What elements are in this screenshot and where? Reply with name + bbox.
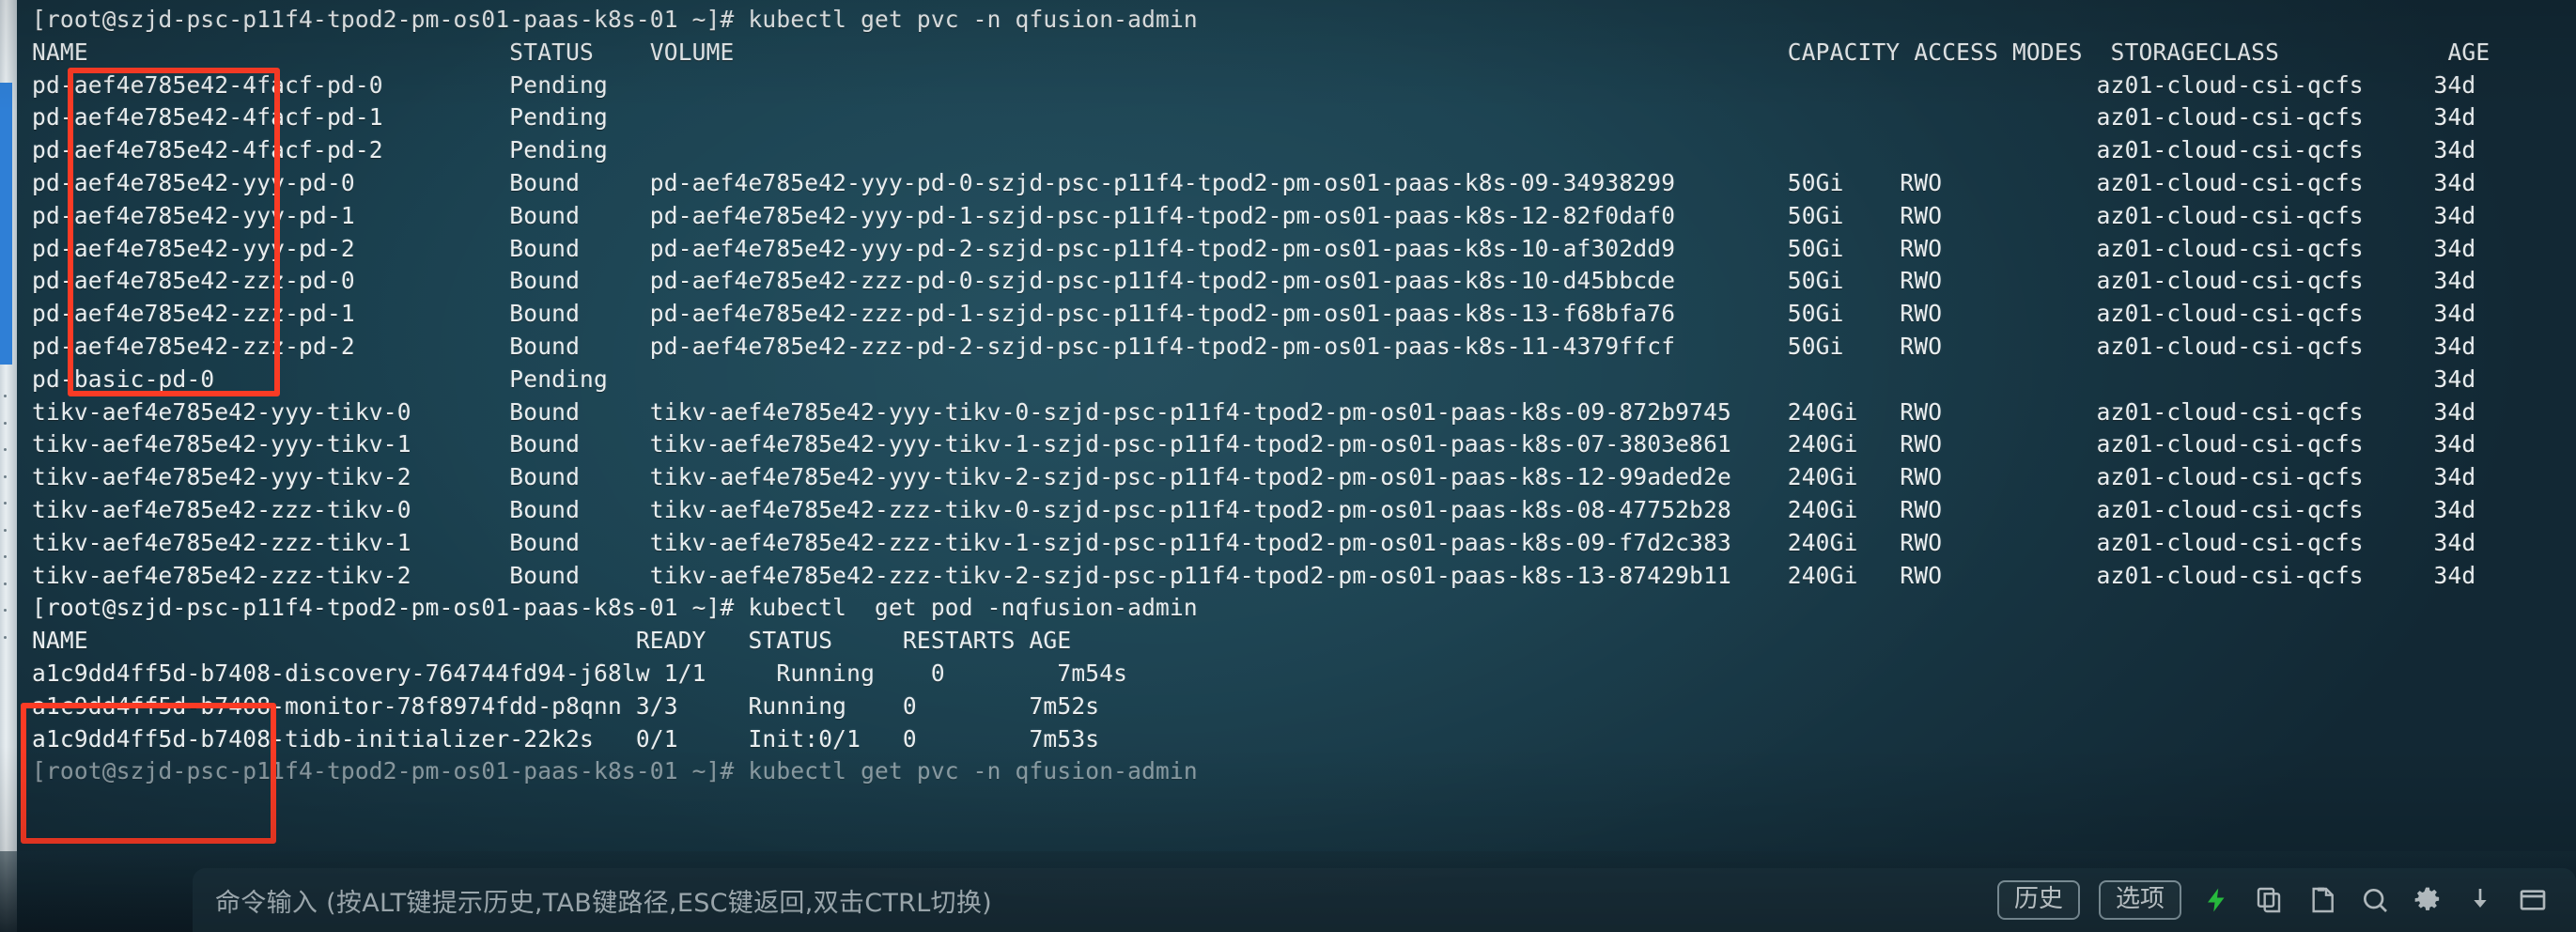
rail-dots	[4, 395, 9, 639]
terminal-line: a1c9dd4ff5d-b7408-tidb-initializer-22k2s…	[32, 724, 1100, 753]
terminal-line: tikv-aef4e785e42-yyy-tikv-0 Bound tikv-a…	[32, 397, 2476, 426]
terminal-line: tikv-aef4e785e42-yyy-tikv-2 Bound tikv-a…	[32, 463, 2476, 491]
scrollbar-thumb[interactable]	[0, 83, 12, 365]
window-left-rail	[0, 0, 17, 932]
terminal-line: pd-aef4e785e42-4facf-pd-2 Pending az01-c…	[32, 136, 2476, 164]
terminal-line: tikv-aef4e785e42-zzz-tikv-1 Bound tikv-a…	[32, 528, 2476, 556]
terminal-screenshot: [root@szjd-psc-p11f4-tpod2-pm-os01-paas-…	[0, 0, 2576, 932]
terminal-line: pd-aef4e785e42-zzz-pd-2 Bound pd-aef4e78…	[32, 332, 2476, 360]
history-button[interactable]: 历史	[1996, 880, 2080, 920]
window-icon[interactable]	[2516, 883, 2550, 917]
terminal-line: NAME STATUS VOLUME CAPACITY ACCESS MODES…	[32, 38, 2491, 66]
command-bar: 命令输入 (按ALT键提示历史,TAB键路径,ESC键返回,双击CTRL切换) …	[0, 851, 2576, 932]
terminal-line: [root@szjd-psc-p11f4-tpod2-pm-os01-paas-…	[32, 594, 1198, 622]
terminal-line: pd-aef4e785e42-zzz-pd-0 Bound pd-aef4e78…	[32, 267, 2476, 295]
terminal-line: pd-aef4e785e42-yyy-pd-1 Bound pd-aef4e78…	[32, 201, 2476, 229]
terminal-line: [root@szjd-psc-p11f4-tpod2-pm-os01-paas-…	[32, 757, 1198, 785]
terminal-line: pd-aef4e785e42-4facf-pd-1 Pending az01-c…	[32, 103, 2476, 132]
terminal-line: a1c9dd4ff5d-b7408-discovery-764744fd94-j…	[32, 659, 1128, 687]
terminal-line: pd-aef4e785e42-yyy-pd-0 Bound pd-aef4e78…	[32, 168, 2476, 196]
terminal-line: pd-basic-pd-0 Pending 34d	[32, 365, 2476, 393]
download-icon[interactable]	[2463, 883, 2497, 917]
paste-icon[interactable]	[2305, 883, 2339, 917]
terminal-line: a1c9dd4ff5d-b7408-monitor-78f8974fdd-p8q…	[32, 691, 1100, 720]
options-button[interactable]: 选项	[2098, 880, 2181, 920]
command-input[interactable]: 命令输入 (按ALT键提示历史,TAB键路径,ESC键返回,双击CTRL切换)	[193, 882, 1997, 919]
terminal-line: pd-aef4e785e42-zzz-pd-1 Bound pd-aef4e78…	[32, 300, 2476, 328]
copy-icon[interactable]	[2253, 883, 2287, 917]
terminal-line: pd-aef4e785e42-yyy-pd-2 Bound pd-aef4e78…	[32, 234, 2476, 262]
command-bar-tools: 历史 选项	[1996, 880, 2576, 920]
terminal-line: tikv-aef4e785e42-yyy-tikv-1 Bound tikv-a…	[32, 430, 2476, 458]
lightning-icon[interactable]	[2200, 883, 2234, 917]
terminal-line: tikv-aef4e785e42-zzz-tikv-0 Bound tikv-a…	[32, 495, 2476, 523]
terminal-line: [root@szjd-psc-p11f4-tpod2-pm-os01-paas-…	[32, 6, 1198, 33]
gear-icon[interactable]	[2411, 883, 2444, 917]
terminal-output[interactable]: [root@szjd-psc-p11f4-tpod2-pm-os01-paas-…	[32, 4, 2568, 857]
terminal-line: pd-aef4e785e42-4facf-pd-0 Pending az01-c…	[32, 70, 2476, 99]
terminal-line: NAME READY STATUS RESTARTS AGE	[32, 627, 1072, 655]
terminal-line: tikv-aef4e785e42-zzz-tikv-2 Bound tikv-a…	[32, 561, 2476, 589]
search-icon[interactable]	[2358, 883, 2392, 917]
